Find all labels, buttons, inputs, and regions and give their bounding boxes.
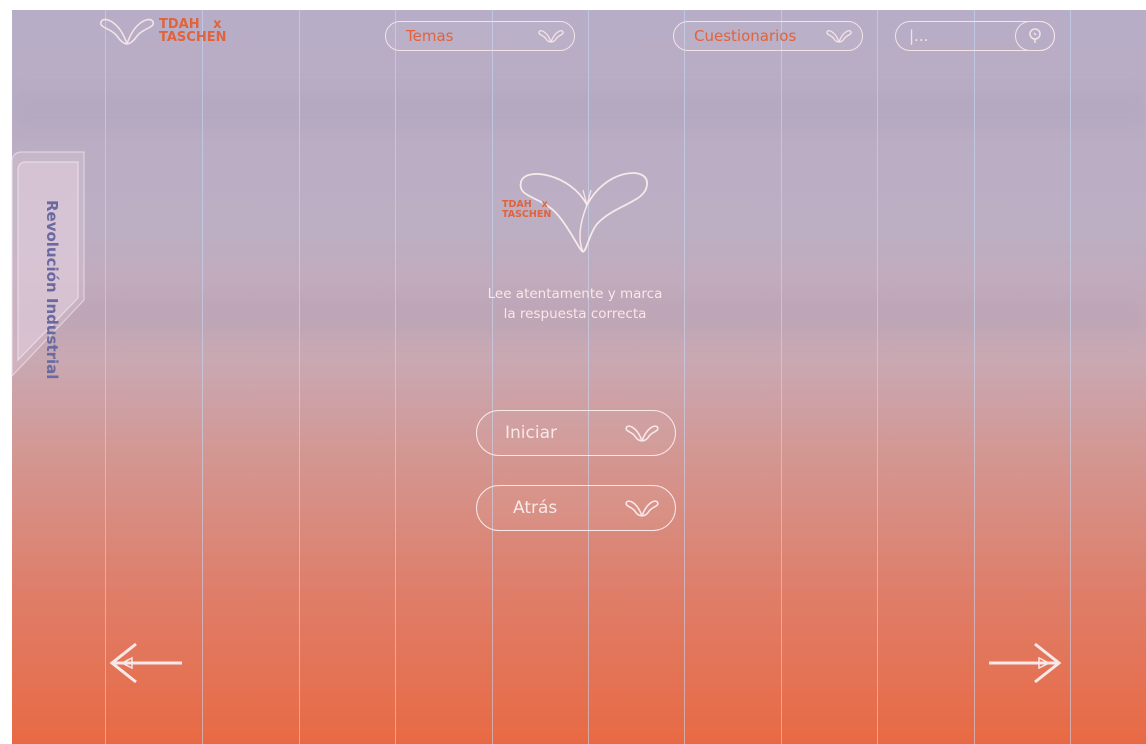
center-logo-text: TDAH x TASCHEN	[502, 200, 551, 220]
search-icon	[1029, 28, 1041, 43]
butterfly-icon	[826, 30, 852, 43]
start-button[interactable]: Iniciar	[476, 410, 676, 456]
grid-line	[781, 10, 782, 744]
back-button[interactable]: Atrás	[476, 485, 676, 531]
search-input[interactable]: |...	[895, 21, 1055, 51]
grid-line	[492, 10, 493, 744]
app-canvas	[12, 10, 1146, 744]
instructions-text: Lee atentamente y marca la respuesta cor…	[440, 284, 710, 324]
logo-text: TDAH x TASCHEN	[159, 18, 226, 44]
center-logo-line-2: TASCHEN	[502, 209, 552, 220]
grid-line	[684, 10, 685, 744]
grid-line	[588, 10, 589, 744]
background-band	[12, 90, 1146, 130]
grid-line	[974, 10, 975, 744]
nav-cuestionarios-label: Cuestionarios	[694, 27, 797, 45]
arrow-right-icon[interactable]	[985, 638, 1065, 688]
instructions-line-2: la respuesta correcta	[503, 306, 647, 322]
grid-line	[1070, 10, 1071, 744]
nav-temas-label: Temas	[406, 27, 454, 45]
search-input-value: |...	[909, 27, 929, 45]
nav-temas-button[interactable]: Temas	[385, 21, 575, 51]
header-logo[interactable]: TDAH x TASCHEN	[97, 14, 226, 48]
grid-line	[299, 10, 300, 744]
grid-line	[105, 10, 106, 744]
grid-line	[877, 10, 878, 744]
arrow-left-icon[interactable]	[106, 638, 186, 688]
butterfly-icon	[625, 500, 659, 517]
back-button-label: Atrás	[513, 498, 558, 518]
butterfly-icon	[538, 30, 564, 43]
instructions-line-1: Lee atentamente y marca	[487, 286, 663, 302]
start-button-label: Iniciar	[505, 423, 557, 443]
nav-cuestionarios-button[interactable]: Cuestionarios	[673, 21, 863, 51]
butterfly-logo-icon	[100, 18, 154, 45]
grid-line	[202, 10, 203, 744]
grid-line	[395, 10, 396, 744]
logo-line-2: TASCHEN	[159, 30, 227, 45]
butterfly-icon	[625, 425, 659, 442]
side-tab-label: Revolución Industrial	[43, 200, 61, 380]
search-button[interactable]	[1015, 21, 1055, 51]
